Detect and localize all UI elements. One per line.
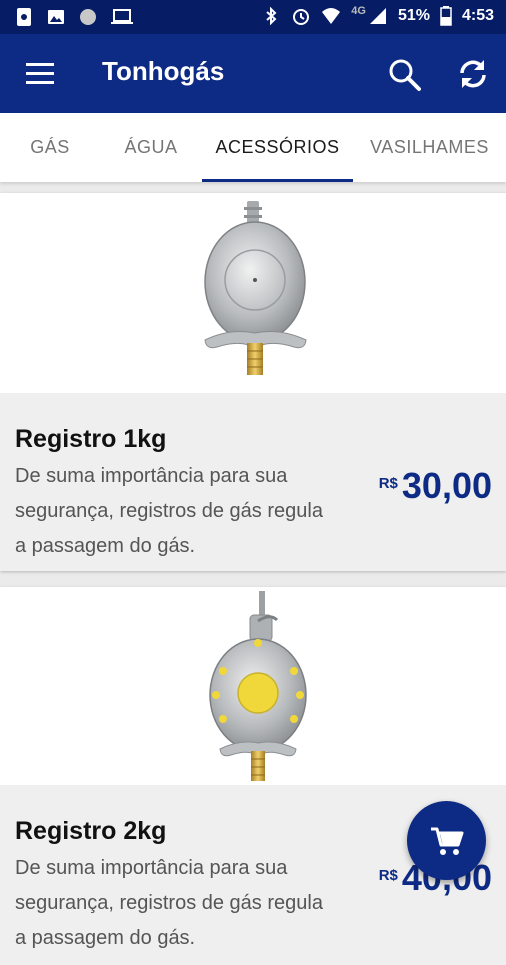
price-value: 30,00 [401, 465, 492, 506]
cart-button[interactable] [407, 801, 486, 880]
product-name: Registro 1kg [15, 425, 167, 453]
wifi-icon [322, 8, 341, 24]
product-card[interactable]: Registro 1kg De suma importância para su… [0, 193, 506, 571]
signal-icon [369, 8, 386, 24]
image-icon [48, 10, 64, 24]
cart-icon [431, 827, 464, 855]
battery-percent: 51% [397, 7, 430, 24]
circle-icon [80, 9, 96, 25]
tab-acessorios[interactable]: ACESSÓRIOS [202, 113, 353, 182]
refresh-icon[interactable] [455, 56, 491, 92]
product-description: De suma importância para sua segurança, … [15, 465, 323, 557]
price-currency: R$ [378, 867, 398, 884]
price-currency: R$ [378, 475, 398, 492]
notification-app-icon [17, 8, 31, 26]
menu-icon[interactable] [26, 63, 54, 85]
tab-gas[interactable]: GÁS [0, 113, 100, 182]
product-price: R$ 30,00 [379, 465, 492, 507]
network-type: 4G [351, 5, 366, 17]
laptop-icon [111, 9, 133, 24]
gas-regulator-image [204, 201, 307, 375]
product-card[interactable]: Registro 2kg De suma importância para su… [0, 587, 506, 965]
battery-icon [440, 6, 452, 26]
tab-vasilhames[interactable]: VASILHAMES [353, 113, 506, 182]
tab-agua[interactable]: ÁGUA [100, 113, 202, 182]
product-description: De suma importância para sua segurança, … [15, 857, 323, 949]
category-tabs: GÁS ÁGUA ACESSÓRIOS VASILHAMES [0, 113, 506, 182]
gas-regulator-yellow-image [209, 591, 307, 781]
alarm-icon [293, 9, 310, 25]
search-icon[interactable] [388, 58, 422, 92]
notification-icons [14, 7, 134, 27]
clock: 4:53 [461, 7, 494, 24]
product-name: Registro 2kg [15, 817, 167, 845]
app-bar: Tonhogás [0, 34, 506, 113]
bluetooth-icon [266, 6, 277, 26]
app-title: Tonhogás [102, 56, 225, 86]
product-info: Registro 1kg De suma importância para su… [0, 393, 506, 571]
status-bar: 4G 51% 4:53 [0, 0, 506, 34]
product-image [0, 587, 506, 785]
system-icons: 4G 51% 4:53 [261, 5, 494, 26]
product-image [0, 193, 506, 393]
tab-active-indicator [202, 179, 353, 182]
